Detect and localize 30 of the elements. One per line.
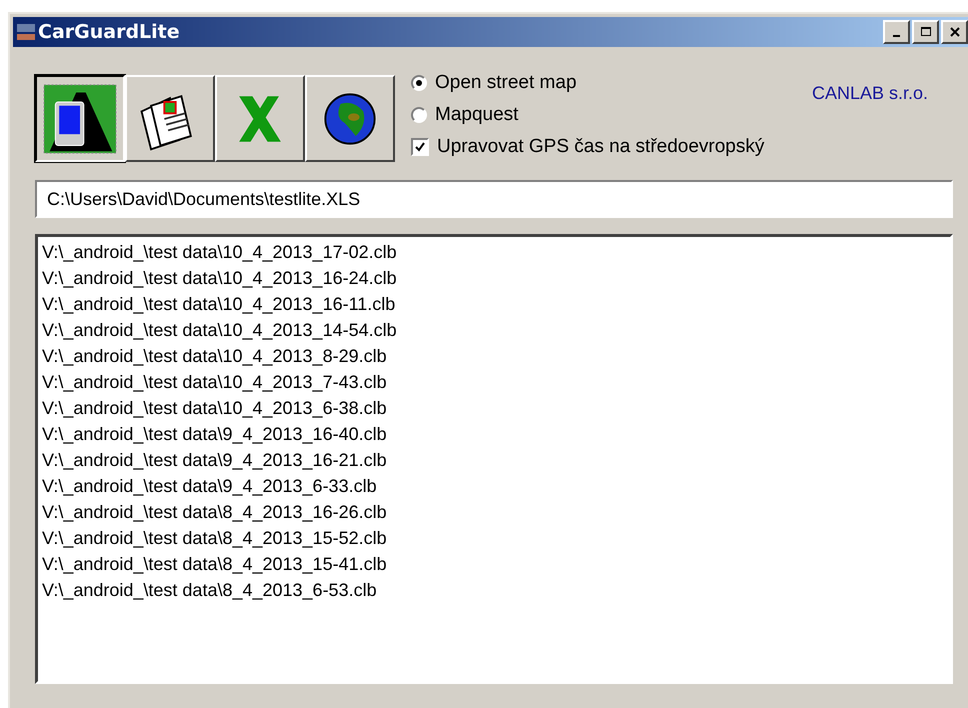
- file-list-item[interactable]: V:\_android_\test data\8_4_2013_15-52.clb: [42, 525, 946, 551]
- radio-option[interactable]: Mapquest: [411, 101, 764, 128]
- file-list-item[interactable]: V:\_android_\test data\10_4_2013_14-54.clb: [42, 317, 946, 343]
- minimize-button[interactable]: [883, 20, 910, 44]
- toolbar-button[interactable]: [35, 75, 125, 162]
- checkmark-icon: [414, 140, 426, 152]
- minimize-icon: [893, 35, 900, 37]
- maximize-button[interactable]: [912, 20, 939, 44]
- handheld-device-icon: [42, 82, 118, 154]
- file-list-item[interactable]: V:\_android_\test data\8_4_2013_15-41.clb: [42, 551, 946, 577]
- maximize-icon: [918, 25, 932, 39]
- file-list-item[interactable]: V:\_android_\test data\10_4_2013_8-29.clb: [42, 343, 946, 369]
- file-list-item[interactable]: V:\_android_\test data\10_4_2013_16-11.clb: [42, 291, 946, 317]
- file-list-item[interactable]: V:\_android_\test data\9_4_2013_16-40.clb: [42, 421, 946, 447]
- file-list-item[interactable]: V:\_android_\test data\9_4_2013_16-21.clb: [42, 447, 946, 473]
- close-button[interactable]: [941, 20, 968, 44]
- app-logo-icon: [16, 22, 36, 42]
- checkbox-option[interactable]: Upravovat GPS čas na středoevropský: [411, 133, 764, 160]
- window-title: CarGuardLite: [38, 21, 180, 43]
- radio-option[interactable]: Open street map: [411, 69, 764, 96]
- file-list-item[interactable]: V:\_android_\test data\10_4_2013_7-43.clb: [42, 369, 946, 395]
- file-list-item[interactable]: V:\_android_\test data\10_4_2013_16-24.clb: [42, 265, 946, 291]
- file-list-item[interactable]: V:\_android_\test data\9_4_2013_6-33.clb: [42, 473, 946, 499]
- close-icon: [948, 25, 962, 39]
- company-name: CANLAB s.r.o.: [812, 83, 928, 104]
- file-path-field[interactable]: C:\Users\David\Documents\testlite.XLS: [35, 180, 953, 218]
- file-list-item[interactable]: V:\_android_\test data\10_4_2013_6-38.clb: [42, 395, 946, 421]
- file-list-item[interactable]: V:\_android_\test data\8_4_2013_16-26.clb: [42, 499, 946, 525]
- file-list-item[interactable]: V:\_android_\test data\10_4_2013_17-02.clb: [42, 239, 946, 265]
- file-list-item[interactable]: V:\_android_\test data\8_4_2013_6-53.clb: [42, 577, 946, 603]
